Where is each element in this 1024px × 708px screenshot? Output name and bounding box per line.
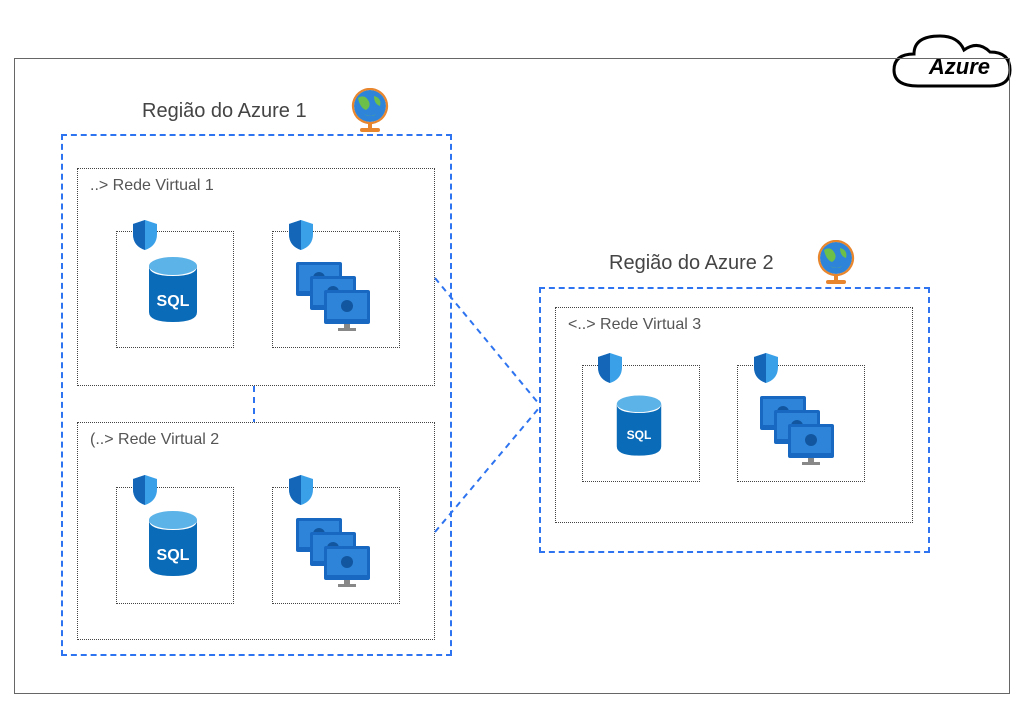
vm-stack-icon	[294, 516, 374, 590]
connector-vnet1-vnet2	[244, 386, 264, 422]
svg-text:SQL: SQL	[627, 428, 652, 442]
shield-icon	[286, 218, 316, 252]
vm-stack-icon	[758, 394, 838, 468]
connector-region1-region2	[435, 278, 543, 538]
vnet1-label: ..> Rede Virtual 1	[90, 177, 214, 195]
vnet3-label: <..> Rede Virtual 3	[568, 316, 701, 334]
svg-text:SQL: SQL	[157, 547, 190, 564]
globe-icon	[350, 88, 392, 134]
sql-database-icon: SQL	[614, 394, 664, 458]
svg-text:SQL: SQL	[157, 293, 190, 310]
vnet2-label: (..> Rede Virtual 2	[90, 431, 219, 449]
region2-title: Região do Azure 2	[609, 252, 774, 275]
shield-icon	[286, 473, 316, 507]
sql-database-icon: SQL	[146, 256, 200, 324]
shield-icon	[595, 351, 625, 385]
region1-title: Região do Azure 1	[142, 100, 307, 123]
vm-stack-icon	[294, 260, 374, 334]
shield-icon	[130, 218, 160, 252]
globe-icon	[816, 240, 858, 286]
shield-icon	[751, 351, 781, 385]
sql-database-icon: SQL	[146, 510, 200, 578]
shield-icon	[130, 473, 160, 507]
